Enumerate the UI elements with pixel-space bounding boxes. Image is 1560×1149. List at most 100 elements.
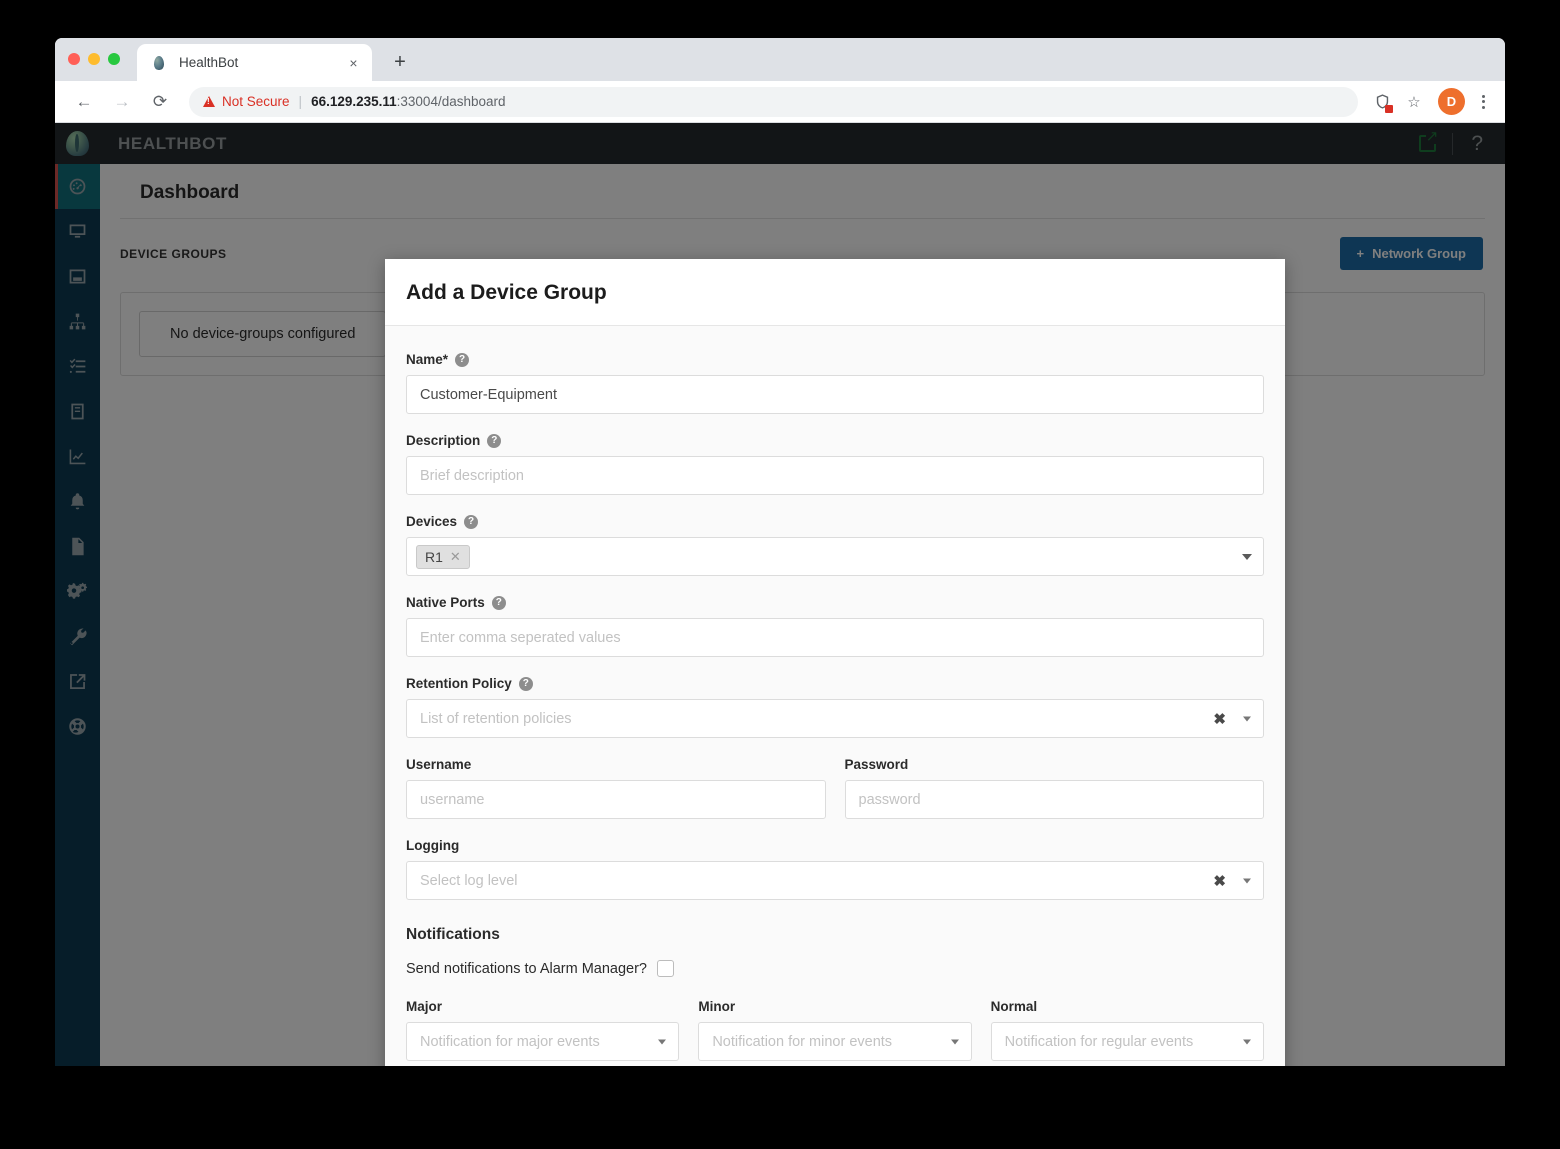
normal-select-wrap: Notification for regular events	[990, 1022, 1264, 1061]
help-circle-icon[interactable]: ?	[518, 676, 533, 691]
field-devices: Devices ? R1 ✕	[406, 514, 1264, 576]
device-chip[interactable]: R1 ✕	[416, 544, 470, 569]
alarm-manager-row: Send notifications to Alarm Manager?	[406, 960, 1264, 977]
password-input[interactable]	[844, 780, 1264, 819]
add-device-group-dialog: Add a Device Group Name* ? Description ?	[385, 259, 1285, 1066]
devices-select[interactable]: R1 ✕	[406, 537, 1264, 576]
minor-label: Minor	[698, 999, 736, 1014]
field-name: Name* ?	[406, 352, 1264, 414]
clear-icon[interactable]: ✖	[1213, 710, 1226, 728]
username-label: Username	[406, 757, 472, 772]
close-icon[interactable]: ×	[345, 54, 362, 71]
help-circle-icon[interactable]: ?	[455, 352, 470, 367]
native-ports-input[interactable]	[406, 618, 1264, 657]
retention-policy-label-row: Retention Policy ?	[406, 676, 1264, 691]
dialog-title: Add a Device Group	[406, 281, 607, 304]
normal-placeholder: Notification for regular events	[1004, 1033, 1194, 1050]
field-retention-policy: Retention Policy ? List of retention pol…	[406, 676, 1264, 738]
logging-select-wrap: Select log level ✖	[406, 861, 1264, 900]
new-tab-button[interactable]: +	[387, 50, 413, 76]
chevron-down-icon[interactable]	[1243, 878, 1251, 883]
native-ports-label: Native Ports	[406, 595, 485, 610]
minimize-window-button[interactable]	[88, 53, 100, 65]
description-label-row: Description ?	[406, 433, 1264, 448]
tab-title: HealthBot	[179, 55, 239, 70]
chevron-down-icon[interactable]	[950, 1039, 959, 1044]
logging-label-row: Logging	[406, 838, 1264, 853]
normal-label: Normal	[990, 999, 1038, 1014]
bookmark-star-icon[interactable]: ☆	[1400, 88, 1428, 116]
field-description: Description ?	[406, 433, 1264, 495]
omnibox-separator: |	[298, 94, 303, 109]
devices-label: Devices	[406, 514, 458, 529]
minor-select-wrap: Notification for minor events	[698, 1022, 972, 1061]
page-viewport: HEALTHBOT ?	[55, 123, 1505, 1066]
clear-icon[interactable]: ✖	[1213, 872, 1226, 890]
field-normal: Normal Notification for regular events	[990, 999, 1264, 1061]
username-input[interactable]	[406, 780, 826, 819]
field-logging: Logging Select log level ✖	[406, 838, 1264, 900]
browser-menu-icon[interactable]	[1471, 94, 1495, 109]
logging-label: Logging	[406, 838, 460, 853]
password-label: Password	[844, 757, 909, 772]
notifications-heading: Notifications	[406, 926, 500, 943]
field-major: Major Notification for major events	[406, 999, 680, 1061]
field-username: Username	[406, 757, 826, 819]
chevron-down-icon[interactable]	[658, 1039, 667, 1044]
retention-policy-label: Retention Policy	[406, 676, 512, 691]
browser-tab[interactable]: HealthBot ×	[137, 44, 372, 81]
major-placeholder: Notification for major events	[420, 1033, 600, 1050]
alarm-manager-label: Send notifications to Alarm Manager?	[406, 960, 647, 977]
credentials-row: Username Password	[406, 757, 1264, 819]
retention-policy-placeholder: List of retention policies	[420, 710, 572, 727]
dialog-header: Add a Device Group	[385, 259, 1285, 326]
shield-blocked-icon[interactable]	[1368, 88, 1396, 116]
not-secure-warning-icon	[203, 96, 215, 107]
back-button[interactable]: ←	[69, 87, 99, 117]
password-label-row: Password	[845, 757, 1265, 772]
minor-select[interactable]: Notification for minor events	[698, 1022, 972, 1061]
username-label-row: Username	[406, 757, 826, 772]
alarm-manager-checkbox[interactable]	[657, 960, 674, 977]
field-password: Password	[844, 757, 1265, 819]
chevron-down-icon[interactable]	[1242, 553, 1252, 560]
retention-policy-select-wrap: List of retention policies ✖	[406, 699, 1264, 738]
name-input[interactable]	[406, 375, 1264, 414]
field-native-ports: Native Ports ?	[406, 595, 1264, 657]
profile-avatar[interactable]: D	[1438, 88, 1465, 115]
logging-select[interactable]: Select log level	[406, 861, 1264, 900]
forward-button[interactable]: →	[107, 87, 137, 117]
name-label: Name*	[406, 352, 449, 367]
help-circle-icon[interactable]: ?	[487, 433, 502, 448]
dialog-body: Name* ? Description ? Devices	[385, 326, 1285, 1066]
healthbot-favicon-icon	[151, 55, 167, 71]
maximize-window-button[interactable]	[108, 53, 120, 65]
major-label-row: Major	[406, 999, 679, 1014]
help-circle-icon[interactable]: ?	[464, 514, 479, 529]
chevron-down-icon[interactable]	[1243, 716, 1251, 721]
browser-toolbar: ← → ⟳ Not Secure | 66.129.235.11 :33004/…	[55, 81, 1505, 123]
help-circle-icon[interactable]: ?	[491, 595, 506, 610]
url-path: :33004/dashboard	[396, 94, 506, 109]
normal-label-row: Normal	[991, 999, 1264, 1014]
name-label-row: Name* ?	[406, 352, 1264, 367]
description-label: Description	[406, 433, 481, 448]
native-ports-label-row: Native Ports ?	[406, 595, 1264, 610]
security-status-label: Not Secure	[222, 94, 290, 109]
major-select-wrap: Notification for major events	[406, 1022, 680, 1061]
field-minor: Minor Notification for minor events	[698, 999, 972, 1061]
chevron-down-icon[interactable]	[1242, 1039, 1251, 1044]
devices-label-row: Devices ?	[406, 514, 1264, 529]
browser-window: HealthBot × + ← → ⟳ Not Secure | 66.129.…	[55, 38, 1505, 1066]
logging-placeholder: Select log level	[420, 872, 518, 889]
severity-notifications-row: Major Notification for major events Mino…	[406, 999, 1264, 1061]
reload-button[interactable]: ⟳	[145, 87, 175, 117]
address-bar[interactable]: Not Secure | 66.129.235.11 :33004/dashbo…	[189, 86, 1358, 117]
retention-policy-select[interactable]: List of retention policies	[406, 699, 1264, 738]
remove-chip-icon[interactable]: ✕	[450, 549, 461, 565]
normal-select[interactable]: Notification for regular events	[990, 1022, 1264, 1061]
window-traffic-lights	[68, 53, 120, 65]
major-select[interactable]: Notification for major events	[406, 1022, 680, 1061]
close-window-button[interactable]	[68, 53, 80, 65]
description-input[interactable]	[406, 456, 1264, 495]
